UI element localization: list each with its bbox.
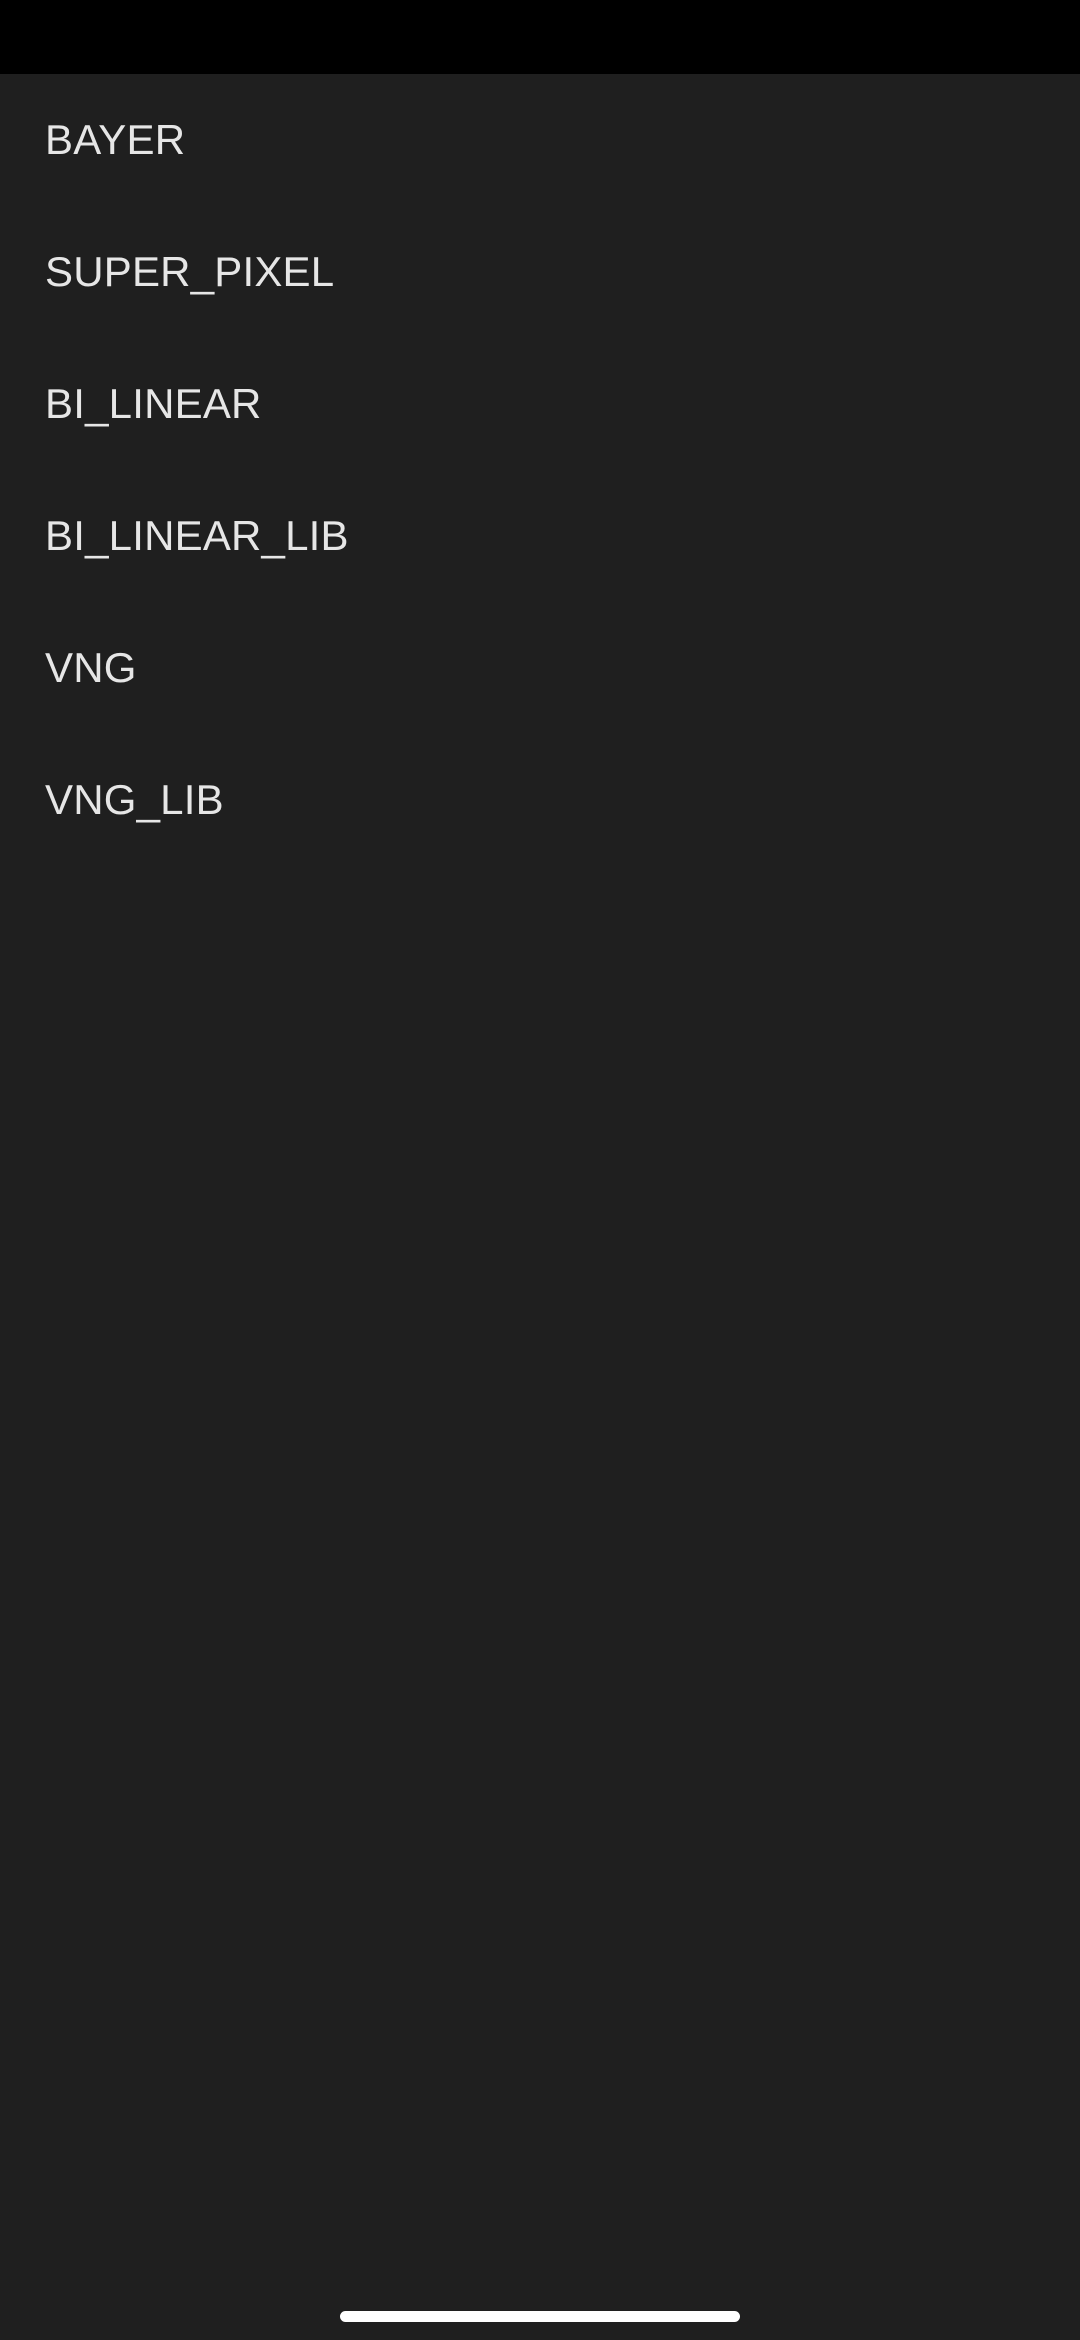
menu-item-bayer[interactable]: BAYER	[0, 74, 1080, 206]
menu-item-label: VNG	[45, 644, 137, 691]
menu-item-super-pixel[interactable]: SUPER_PIXEL	[0, 206, 1080, 338]
status-bar	[0, 0, 1080, 74]
menu-item-label: VNG_LIB	[45, 776, 224, 823]
home-indicator[interactable]	[340, 2311, 740, 2322]
menu-item-vng-lib[interactable]: VNG_LIB	[0, 734, 1080, 866]
demosaic-option-list: BAYER SUPER_PIXEL BI_LINEAR BI_LINEAR_LI…	[0, 74, 1080, 866]
menu-item-bi-linear[interactable]: BI_LINEAR	[0, 338, 1080, 470]
menu-item-label: BI_LINEAR_LIB	[45, 512, 349, 559]
menu-item-label: BAYER	[45, 116, 186, 163]
menu-item-bi-linear-lib[interactable]: BI_LINEAR_LIB	[0, 470, 1080, 602]
menu-item-label: SUPER_PIXEL	[45, 248, 335, 295]
menu-item-label: BI_LINEAR	[45, 380, 262, 427]
menu-item-vng[interactable]: VNG	[0, 602, 1080, 734]
